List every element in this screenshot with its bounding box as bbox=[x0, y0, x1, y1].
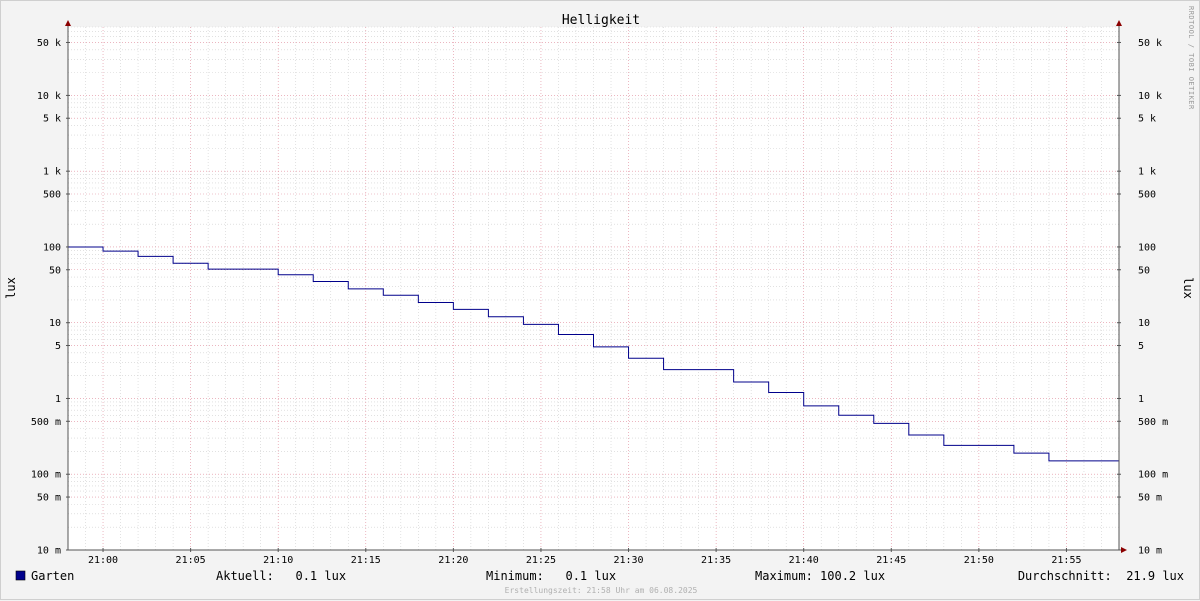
y-tick-label-right: 10 bbox=[1138, 318, 1150, 329]
y-ticks-left: 50 k 10 k 5 k 1 k 500 100 50 10 5 1 500 m 100 m 50 m… bbox=[31, 38, 70, 557]
y-tick-label-left: 50 bbox=[49, 265, 61, 276]
y-tick-label-left: 10 k bbox=[37, 91, 61, 102]
x-tick-label: 21:20 bbox=[438, 555, 468, 566]
chart: 50 k 10 k 5 k 1 k 500 100 50 10 5 1 500 m 100 m 50 m… bbox=[4, 6, 1195, 595]
y-axis-label-left: lux bbox=[4, 277, 18, 299]
legend-swatch bbox=[15, 570, 26, 581]
x-tick-label: 21:55 bbox=[1051, 555, 1081, 566]
y-tick-label-left: 500 bbox=[43, 189, 61, 200]
y-tick-label-left: 1 bbox=[55, 394, 61, 405]
legend-current: Aktuell: 0.1 lux bbox=[216, 569, 346, 583]
y-axis-label-right: lux bbox=[1181, 277, 1195, 299]
x-ticks: 21:00 21:05 21:10 21:15 21:20 21:25 21:30 21:35… bbox=[88, 548, 1082, 566]
y-tick-label-right: 500 m bbox=[1138, 417, 1168, 428]
x-tick-label: 21:50 bbox=[964, 555, 994, 566]
y-tick-label-right: 50 bbox=[1138, 265, 1150, 276]
y-tick-label-right: 5 bbox=[1138, 341, 1144, 352]
x-axis-arrow bbox=[1121, 547, 1127, 553]
y-tick-label-right: 100 bbox=[1138, 242, 1156, 253]
y-tick-label-right: 1 bbox=[1138, 394, 1144, 405]
x-tick-label: 21:45 bbox=[876, 555, 906, 566]
minor-grid bbox=[67, 26, 1120, 550]
legend-average: Durchschnitt: 21.9 lux bbox=[1018, 569, 1184, 583]
x-tick-label: 21:25 bbox=[526, 555, 556, 566]
y-tick-label-right: 10 k bbox=[1138, 91, 1162, 102]
y-tick-label-left: 50 m bbox=[37, 493, 61, 504]
y-tick-label-right: 10 m bbox=[1138, 546, 1162, 557]
x-tick-label: 21:00 bbox=[88, 555, 118, 566]
watermark: RRDTOOL / TOBI OETIKER bbox=[1187, 6, 1195, 110]
y-ticks-right: 50 k 10 k 5 k 1 k 500 100 50 10 5 1 500 m 100 m 50 m… bbox=[1117, 38, 1168, 557]
y-axis-arrow-left bbox=[65, 20, 71, 26]
y-tick-label-left: 1 k bbox=[43, 167, 61, 178]
y-tick-label-left: 100 m bbox=[31, 470, 61, 481]
x-tick-label: 21:40 bbox=[789, 555, 819, 566]
y-tick-label-left: 100 bbox=[43, 242, 61, 253]
chart-title: Helligkeit bbox=[562, 13, 640, 28]
legend-minimum: Minimum: 0.1 lux bbox=[486, 569, 616, 583]
x-tick-label: 21:15 bbox=[351, 555, 381, 566]
x-tick-label: 21:30 bbox=[613, 555, 643, 566]
y-axis-arrow-right bbox=[1116, 20, 1122, 26]
y-tick-label-right: 100 m bbox=[1138, 470, 1168, 481]
y-tick-label-left: 50 k bbox=[37, 38, 61, 49]
x-tick-label: 21:10 bbox=[263, 555, 293, 566]
x-tick-label: 21:35 bbox=[701, 555, 731, 566]
y-tick-label-left: 10 m bbox=[37, 546, 61, 557]
y-tick-label-right: 5 k bbox=[1138, 114, 1156, 125]
y-tick-label-right: 1 k bbox=[1138, 167, 1156, 178]
footer-timestamp: Erstellungszeit: 21:58 Uhr am 06.08.2025 bbox=[505, 586, 698, 595]
legend-maximum: Maximum: 100.2 lux bbox=[755, 569, 885, 583]
legend-series-name: Garten bbox=[31, 569, 74, 583]
y-tick-label-right: 500 bbox=[1138, 189, 1156, 200]
y-tick-label-left: 5 k bbox=[43, 114, 61, 125]
y-tick-label-left: 10 bbox=[49, 318, 61, 329]
y-tick-label-left: 5 bbox=[55, 341, 61, 352]
y-tick-label-left: 500 m bbox=[31, 417, 61, 428]
chart-frame: 50 k 10 k 5 k 1 k 500 100 50 10 5 1 500 m 100 m 50 m… bbox=[0, 0, 1200, 600]
x-tick-label: 21:05 bbox=[176, 555, 206, 566]
y-tick-label-right: 50 m bbox=[1138, 493, 1162, 504]
y-tick-label-right: 50 k bbox=[1138, 38, 1162, 49]
